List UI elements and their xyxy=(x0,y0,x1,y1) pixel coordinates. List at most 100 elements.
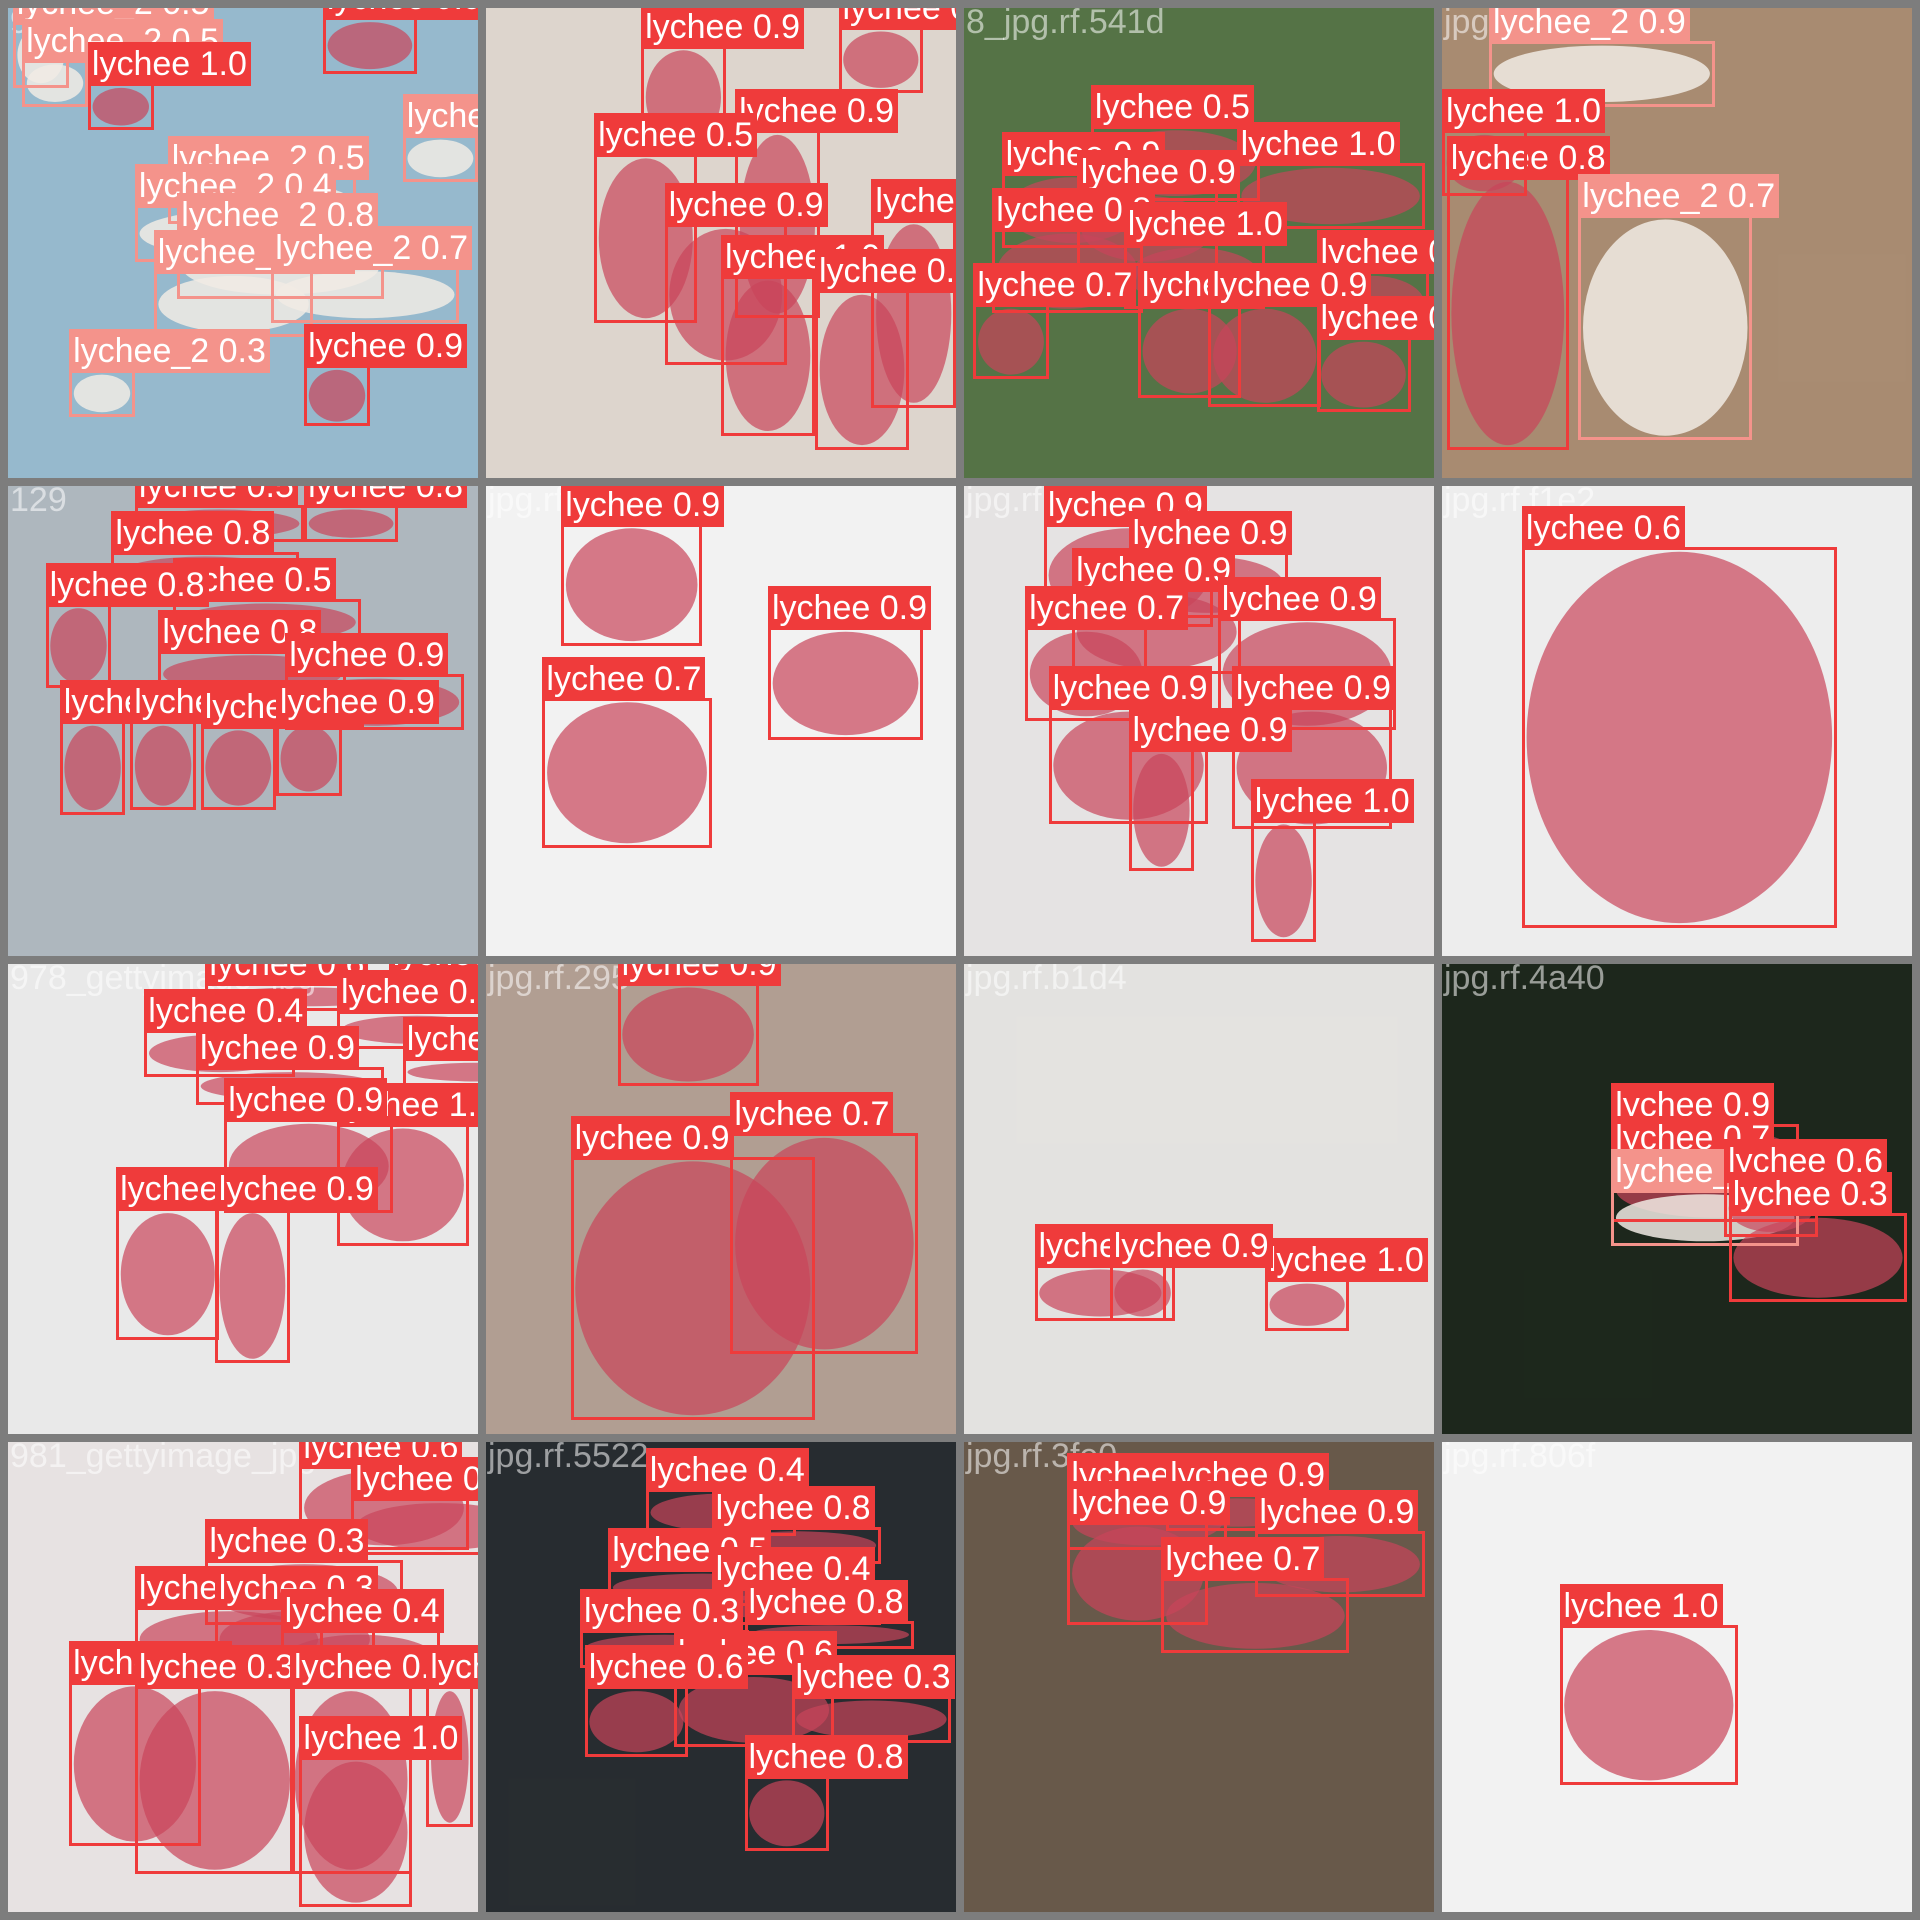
detection-label: lychee 0.9 xyxy=(1048,665,1212,710)
detection-label: lychee 0.9 xyxy=(224,1078,388,1123)
detection-label: lychee 0.9 xyxy=(617,964,781,986)
tile-filename: jpg.rf.806f xyxy=(1444,1442,1596,1475)
detection-label: lychee 0.9 xyxy=(285,633,449,677)
detection-label: lychee 1.0 xyxy=(1123,202,1287,246)
bounding-box-lychee: lychee 0.9 xyxy=(570,1115,815,1420)
detection-label: lychee 0.9 xyxy=(664,183,828,228)
detection-label: lychee 0.9 xyxy=(196,1026,359,1071)
detection-label: lychee 0.4 xyxy=(426,1645,478,1690)
bounding-box-lychee: lychee 0.8 xyxy=(130,680,294,811)
tile-filename: jpg.rf.5522 xyxy=(488,1442,649,1475)
detection-label: lychee 0.9 xyxy=(768,586,931,630)
detection-label: lychee 0.9 xyxy=(214,1167,378,1212)
detection-label: lychee 0.8 xyxy=(304,486,468,508)
image-tile-15: jpg.rf.3fe0 lychee 0.8 lychee 0.9 lychee 0… xyxy=(964,1442,1434,1912)
detection-label: lychee 0.5 xyxy=(1090,84,1254,129)
bounding-box-lychee: lychee 0.9 xyxy=(1208,263,1372,408)
bounding-box-lychee-2: lychee_2 0.7 xyxy=(1578,173,1780,441)
bounding-box-lychee: lychee 0.9 xyxy=(815,249,956,450)
bounding-box-lychee: lychee 0.9 xyxy=(304,324,468,427)
detection-label: lychee 1.0 xyxy=(1264,1237,1428,1282)
bounding-box-lychee: lychee 1.0 xyxy=(1250,778,1414,942)
detection-label: lychee 1.0 xyxy=(1559,1584,1723,1629)
bounding-box-lychee: lychee 0.9 xyxy=(768,586,931,740)
image-tile-2: lychee 0.9 lychee 0.4 lychee 0.9 lychee 0.5… xyxy=(486,8,956,478)
detection-label: lychee_2 0.7 xyxy=(271,225,472,270)
detection-label: lychee 0.9 xyxy=(322,8,478,21)
bounding-box-lychee-2: lychee_2 0.5 xyxy=(22,18,223,107)
image-tile-3: 8_jpg.rf.541d lychee 0.5lychee 0.9lychee… xyxy=(964,8,1434,478)
image-tile-9: 978_gettyimage_jpg lychee 0.6lychee 0.8l… xyxy=(8,964,478,1434)
detection-label: lychee 0.9 xyxy=(871,178,956,223)
bounding-box-lychee: lychee 1.0 xyxy=(1559,1584,1739,1786)
detection-label: lychee 1.0 xyxy=(87,42,251,87)
detection-label: lychee 0.6 xyxy=(1521,506,1685,551)
detection-label: lychee 0.7 xyxy=(1161,1537,1325,1582)
bounding-box-lychee: lychee 1.0 xyxy=(1442,89,1605,196)
bounding-box-lychee: lychee 1.0 xyxy=(1264,1237,1428,1331)
detection-label: lychee 0.3 xyxy=(791,1654,955,1699)
bounding-box-lychee: lychee 0.4 xyxy=(838,8,956,93)
detection-label: lychee 0.3 xyxy=(205,1518,369,1563)
detection-label: lychee 0.6 xyxy=(402,1017,478,1061)
tile-filename: 129 xyxy=(10,486,67,519)
bounding-box-lychee: lychee 0.9 xyxy=(1128,708,1292,872)
image-tile-1: 96 lychee_2 0.5lychee_2 0.5lychee 1.0lyc… xyxy=(8,8,478,478)
detection-label: lychee 0.9 xyxy=(1067,1480,1231,1525)
detection-label: lychee 0.4 xyxy=(280,1589,444,1633)
detection-label: lychee 0.7 xyxy=(730,1092,894,1137)
detection-label: lychee 0.9 xyxy=(1128,708,1292,753)
detection-label: lychee 0.9 xyxy=(815,249,956,293)
detection-label: lychee 0.8 xyxy=(45,562,209,607)
detection-label: lychee 0.5 xyxy=(594,112,758,157)
image-tile-6: jpg.rf.3e1d lychee 0.9lychee 0.9lychee 0… xyxy=(486,486,956,956)
image-tile-11: jpg.rf.b1d4 lychee 0.9lychee 1.0lychee 0… xyxy=(964,964,1434,1434)
detection-label: lychee 1.0 xyxy=(1250,778,1414,823)
tile-filename: 981_gettyimage_jpg xyxy=(10,1442,317,1475)
bounding-box-lychee: lychee 0.6 xyxy=(1521,506,1837,928)
detection-label: lychee 0.3 xyxy=(134,1645,298,1690)
detection-label: lychee 0.9 xyxy=(1255,1490,1419,1535)
bounding-box-lychee: lychee 0.8 xyxy=(304,486,468,543)
detection-label: lychee 1.0 xyxy=(1442,89,1605,134)
bounding-box-lychee: lychee 0.3 xyxy=(59,680,223,815)
detection-label: lychee 0.9 xyxy=(1217,576,1381,621)
bounding-box-lychee: lychee 1.0 xyxy=(299,1715,463,1908)
image-tile-12: jpg.rf.4a40 lychee 0.9 lychee 0.7 lychee_2… xyxy=(1442,964,1912,1434)
image-tile-5: 129 lychee 0.5lychee 0.8lychee 0.8lychee… xyxy=(8,486,478,956)
bounding-box-lychee: lychee 0.9 xyxy=(214,1167,378,1364)
bounding-box-lychee: lychee 0.5 xyxy=(1316,296,1434,413)
detection-label: lychee 0.9 xyxy=(1231,665,1395,710)
bounding-box-lychee: lychee 0.8 xyxy=(45,562,209,689)
detection-label: lychee 0.9 xyxy=(1109,1223,1273,1268)
bounding-box-lychee: lychee 0.6 xyxy=(584,1645,748,1757)
detection-label: lychee 0.6 xyxy=(584,1645,748,1690)
bounding-box-lychee-2: lychee_2 0.7 xyxy=(271,225,472,323)
detection-label: lychee 0.7 xyxy=(1025,586,1189,630)
detection-label: lychee 0.7 xyxy=(973,263,1137,308)
detection-label: lychee 0.9 xyxy=(641,8,805,49)
detection-label: lychee 0.8 xyxy=(111,510,275,555)
bounding-box-lychee: lychee 0.9 xyxy=(1109,1223,1273,1322)
bounding-box-lychee: lychee 0.7 xyxy=(1161,1537,1350,1654)
tile-filename: jpg.rf.4a40 xyxy=(1444,964,1605,997)
detection-label: lychee 0.3 xyxy=(580,1589,743,1633)
bounding-box-lychee: lychee 0.8 xyxy=(351,1457,478,1555)
detection-label: lychee 0.9 xyxy=(304,324,468,369)
image-tile-13: 981_gettyimage_jpg lychee 0.6lychee 0.8l… xyxy=(8,1442,478,1912)
detection-label: lychee 0.7 xyxy=(542,656,706,701)
image-tile-14: jpg.rf.5522 lychee 0.4 lychee 0.8 lychee 0… xyxy=(486,1442,956,1912)
detection-label: lychee_2 0.3 xyxy=(69,328,270,373)
detection-label: lychee 0.9 xyxy=(275,680,439,724)
bounding-box-lychee: lychee 0.8 xyxy=(744,1734,908,1851)
bounding-box-lychee: lychee 0.9 xyxy=(617,964,781,1087)
detection-label: lychee 0.5 xyxy=(1316,296,1434,340)
bounding-box-lychee-2: lychee_2 0.5 xyxy=(402,93,478,182)
bounding-box-lychee: lychee 0.4 xyxy=(426,1645,478,1828)
bounding-box-lychee: lychee 1.0 xyxy=(87,42,251,131)
image-tile-4: jpg.rf.b1b8 lychee_2 0.9lychee 0.8lychee… xyxy=(1442,8,1912,478)
bounding-box-lychee: lychee 1.0 xyxy=(116,1167,280,1340)
detection-label: lychee 0.4 xyxy=(838,8,956,30)
detection-label: lychee 0.8 xyxy=(744,1579,908,1624)
detection-label: lychee 0.5 xyxy=(134,486,298,508)
